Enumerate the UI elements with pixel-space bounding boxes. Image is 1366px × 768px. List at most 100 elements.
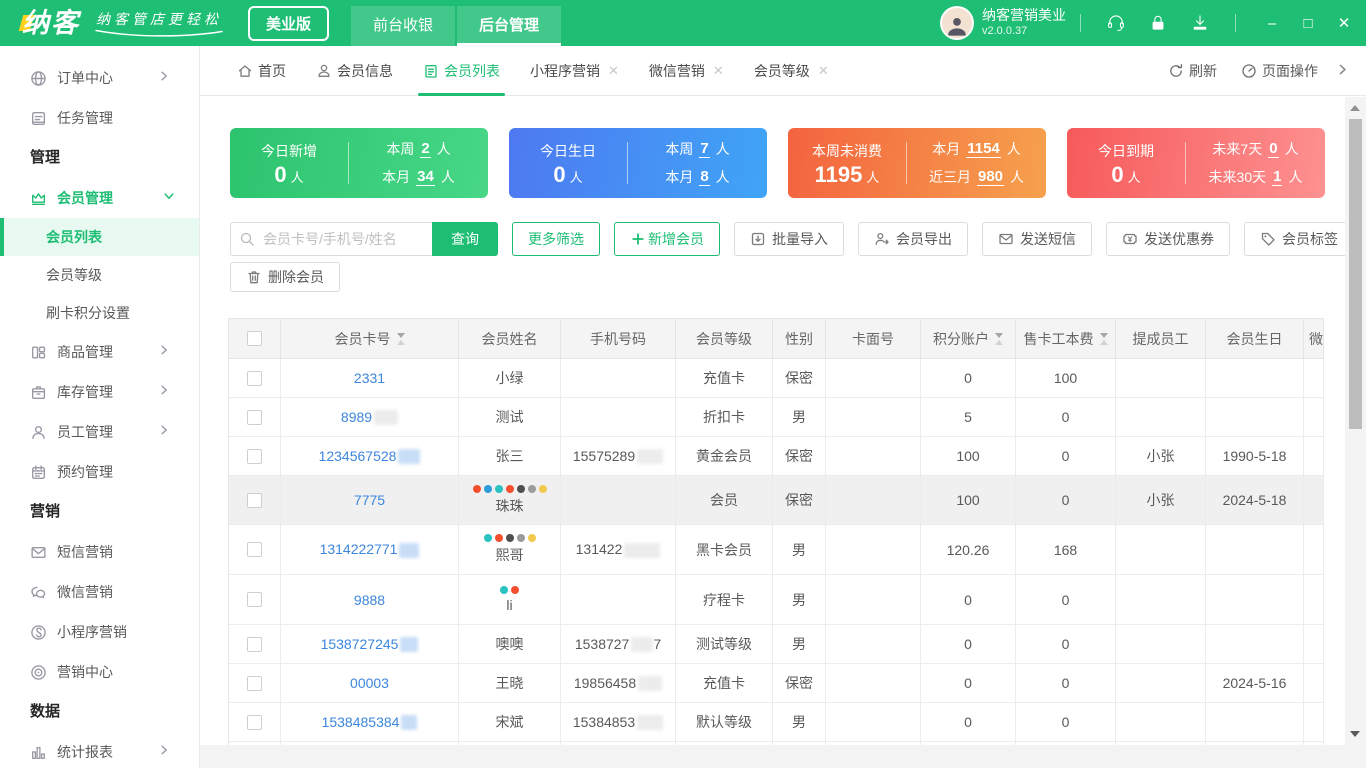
toolbar-button[interactable]: 发送短信 xyxy=(982,222,1092,256)
member-card-link[interactable]: 1234567528 xyxy=(319,448,421,465)
toolbar-button[interactable]: 批量导入 xyxy=(734,222,844,256)
table-row[interactable]: 00003 王晓 19856458 充值卡 保密 0 0 2024-5-16 xyxy=(229,664,1324,703)
toolbar-button[interactable]: 更多筛选 xyxy=(512,222,600,256)
sidebar-item[interactable]: 统计报表 xyxy=(0,732,199,768)
row-checkbox[interactable] xyxy=(247,370,262,386)
table-row[interactable]: 1234567528 张三 15575289 黄金会员 保密 100 0 小张 1990-5-1… xyxy=(229,437,1324,476)
table-cell: 100 xyxy=(921,476,1016,525)
scroll-down-arrow-icon[interactable] xyxy=(1350,731,1360,737)
toolbar-button[interactable]: 会员标签 xyxy=(1244,222,1345,256)
table-row[interactable]: 9888 li 疗程卡 男 0 0 xyxy=(229,575,1324,625)
member-card-link[interactable]: 1538485384 xyxy=(322,714,418,731)
table-cell xyxy=(229,398,281,437)
sort-asc-icon xyxy=(995,339,1003,345)
table-row[interactable]: 2331 小绿 充值卡 保密 0 100 xyxy=(229,359,1324,398)
cell-text: 0 xyxy=(964,714,972,730)
select-all-checkbox[interactable] xyxy=(247,331,262,346)
cell-text: 0 xyxy=(1061,591,1070,608)
member-card-link[interactable]: 7775 xyxy=(354,492,385,508)
member-card-link[interactable]: 1314222771 xyxy=(320,541,420,558)
stat-card-sub-row: 本周 2 人 xyxy=(386,139,451,159)
chevron-right-icon[interactable] xyxy=(1336,63,1352,79)
sidebar-subitem[interactable]: 会员列表 xyxy=(0,218,199,256)
sidebar-item[interactable]: 会员管理 xyxy=(0,178,199,218)
sidebar-item[interactable]: 库存管理 xyxy=(0,372,199,412)
row-checkbox[interactable] xyxy=(247,409,262,425)
row-checkbox[interactable] xyxy=(247,714,262,730)
sidebar-item[interactable]: 小程序营销 xyxy=(0,612,199,652)
service-icon[interactable] xyxy=(1106,13,1126,33)
close-button[interactable]: ✕ xyxy=(1330,14,1358,32)
horizontal-scrollbar-track[interactable] xyxy=(200,745,1366,768)
topbar-nav-tab[interactable]: 前台收银 xyxy=(351,6,456,46)
edition-badge[interactable]: 美业版 xyxy=(248,5,330,41)
table-row[interactable]: 1538727245 噢噢 1538727 7 测试等级 男 0 0 xyxy=(229,625,1324,664)
tab-item[interactable]: 首页 xyxy=(222,46,301,96)
tab-item[interactable]: 小程序营销 ✕ xyxy=(515,46,634,96)
sidebar-item-label: 微信营销 xyxy=(57,584,113,600)
table-cell xyxy=(229,625,281,664)
sidebar-item[interactable]: 微信营销 xyxy=(0,572,199,612)
stat-card-value: 0人 xyxy=(553,161,583,187)
member-card-link[interactable]: 9888 xyxy=(354,592,385,608)
row-checkbox[interactable] xyxy=(247,492,262,508)
table-row[interactable]: 7775 珠珠 会员 保密 100 0 小张 2024-5-18 xyxy=(229,476,1324,525)
sidebar-item[interactable]: 预约管理 xyxy=(0,452,199,492)
delete-member-button[interactable]: 删除会员 xyxy=(230,262,340,292)
table-row[interactable]: 1314222771 熙哥 131422 黑卡会员 男 120.26 168 xyxy=(229,525,1324,575)
toolbar-button[interactable]: 发送优惠券 xyxy=(1106,222,1230,256)
tab-item[interactable]: 会员等级 ✕ xyxy=(739,46,844,96)
member-card-link[interactable]: 1538727245 xyxy=(321,636,419,653)
download-icon[interactable] xyxy=(1190,13,1210,33)
user-meta: 纳客营销美业 v2.0.0.37 xyxy=(982,7,1066,38)
toolbar-button[interactable]: 会员导出 xyxy=(858,222,968,256)
close-icon[interactable]: ✕ xyxy=(713,63,724,79)
vertical-scrollbar-thumb[interactable] xyxy=(1349,119,1362,429)
sidebar-item[interactable]: 商品管理 xyxy=(0,332,199,372)
search-input[interactable] xyxy=(230,222,432,256)
sidebar-item[interactable]: 员工管理 xyxy=(0,412,199,452)
sidebar-item[interactable]: 营销中心 xyxy=(0,652,199,692)
row-checkbox[interactable] xyxy=(247,636,262,652)
topbar-nav-tab[interactable]: 后台管理 xyxy=(457,6,562,46)
member-card-link[interactable]: 8989 xyxy=(341,409,399,426)
table-cell xyxy=(826,437,921,476)
tab-item[interactable]: 会员信息 xyxy=(301,46,408,96)
sort-arrows-icon[interactable] xyxy=(995,332,1003,345)
refresh-button[interactable]: 刷新 xyxy=(1168,61,1217,81)
close-icon[interactable]: ✕ xyxy=(608,63,619,79)
maximize-button[interactable]: □ xyxy=(1294,15,1322,32)
sort-desc-icon xyxy=(995,332,1003,338)
scroll-up-arrow-icon[interactable] xyxy=(1350,105,1360,111)
sidebar-subitem[interactable]: 会员等级 xyxy=(0,256,199,294)
table-row[interactable]: 1538485384 宋斌 15384853 默认等级 男 0 0 xyxy=(229,703,1324,742)
table-row[interactable]: 8989 测试 折扣卡 男 5 0 xyxy=(229,398,1324,437)
row-checkbox[interactable] xyxy=(247,448,262,464)
row-checkbox[interactable] xyxy=(247,542,262,557)
sidebar-item[interactable]: 订单中心 xyxy=(0,58,199,98)
vertical-scrollbar[interactable] xyxy=(1345,97,1366,745)
sort-arrows-icon[interactable] xyxy=(1099,332,1108,345)
cell-text: 1538727 xyxy=(574,635,630,652)
row-checkbox[interactable] xyxy=(247,675,262,691)
member-card-link[interactable]: 00003 xyxy=(350,675,389,691)
member-card-link[interactable]: 2331 xyxy=(354,370,385,386)
sort-arrows-icon[interactable] xyxy=(396,332,405,345)
row-checkbox[interactable] xyxy=(247,592,262,607)
lock-icon[interactable] xyxy=(1148,13,1168,33)
close-icon[interactable]: ✕ xyxy=(818,63,829,79)
tab-active[interactable]: 会员列表 xyxy=(408,46,515,96)
sidebar-subitem[interactable]: 刷卡积分设置 xyxy=(0,294,199,332)
page-operations-button[interactable]: 页面操作 xyxy=(1241,61,1318,81)
table-cell xyxy=(1116,575,1206,625)
tag-dot xyxy=(494,534,503,542)
sidebar-item[interactable]: 短信营销 xyxy=(0,532,199,572)
add-member-button[interactable]: 新增会员 xyxy=(614,222,720,256)
target-icon xyxy=(30,664,47,681)
table-cell xyxy=(826,525,921,575)
search-button[interactable]: 查询 xyxy=(432,222,498,256)
sidebar-item[interactable]: 任务管理 xyxy=(0,98,199,138)
minimize-button[interactable]: – xyxy=(1258,15,1286,32)
tab-item[interactable]: 微信营销 ✕ xyxy=(634,46,739,96)
avatar[interactable] xyxy=(940,6,974,40)
